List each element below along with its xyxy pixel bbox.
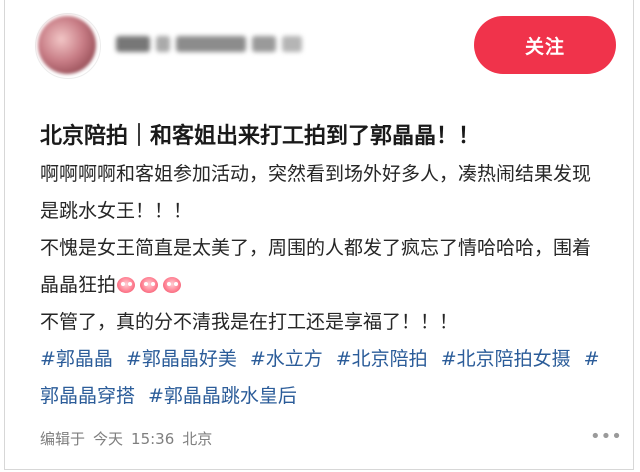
username-blurred[interactable]	[116, 32, 306, 56]
hashtag-list: #郭晶晶 #郭晶晶好美 #水立方 #北京陪拍 #北京陪拍女摄 #郭晶晶穿搭 #郭晶晶跳水皇后	[40, 341, 600, 415]
post-location: 北京	[182, 430, 213, 448]
flushed-face-emoji-3	[162, 275, 182, 294]
hashtag-link[interactable]: #北京陪拍女摄	[441, 348, 571, 370]
post-meta: 编辑于 今天 15:36 北京	[40, 428, 220, 449]
flushed-face-emoji-2	[139, 275, 159, 294]
post-line-1: 啊啊啊啊和客姐参加活动，突然看到场外好多人，凑热闹结果发现是跳水女王！！！	[40, 163, 592, 222]
post-line-2: 不愧是女王简直是太美了，周围的人都发了疯忘了情哈哈哈，围着晶晶狂拍	[40, 230, 600, 304]
flushed-face-emoji-1	[116, 275, 136, 294]
avatar[interactable]	[38, 16, 96, 74]
follow-button[interactable]: 关注	[474, 16, 616, 74]
edited-label: 编辑于	[40, 430, 86, 448]
post-title: 北京陪拍｜和客姐出来打工拍到了郭晶晶！！	[40, 124, 481, 149]
hashtag-link[interactable]: #郭晶晶好美	[126, 348, 237, 370]
hashtag-link[interactable]: #郭晶晶	[40, 348, 113, 370]
hashtag-link[interactable]: #水立方	[250, 348, 323, 370]
more-icon[interactable]: •••	[590, 428, 622, 446]
post-body: 啊啊啊啊和客姐参加活动，突然看到场外好多人，凑热闹结果发现是跳水女王！！！ 不愧…	[40, 156, 600, 415]
hashtag-link[interactable]: #郭晶晶跳水皇后	[148, 385, 297, 407]
post-date: 今天	[93, 430, 124, 448]
post-time: 15:36	[131, 430, 175, 448]
hashtag-link[interactable]: #北京陪拍	[336, 348, 428, 370]
post-line-3: 不管了，真的分不清我是在打工还是享福了！！！	[40, 311, 459, 333]
